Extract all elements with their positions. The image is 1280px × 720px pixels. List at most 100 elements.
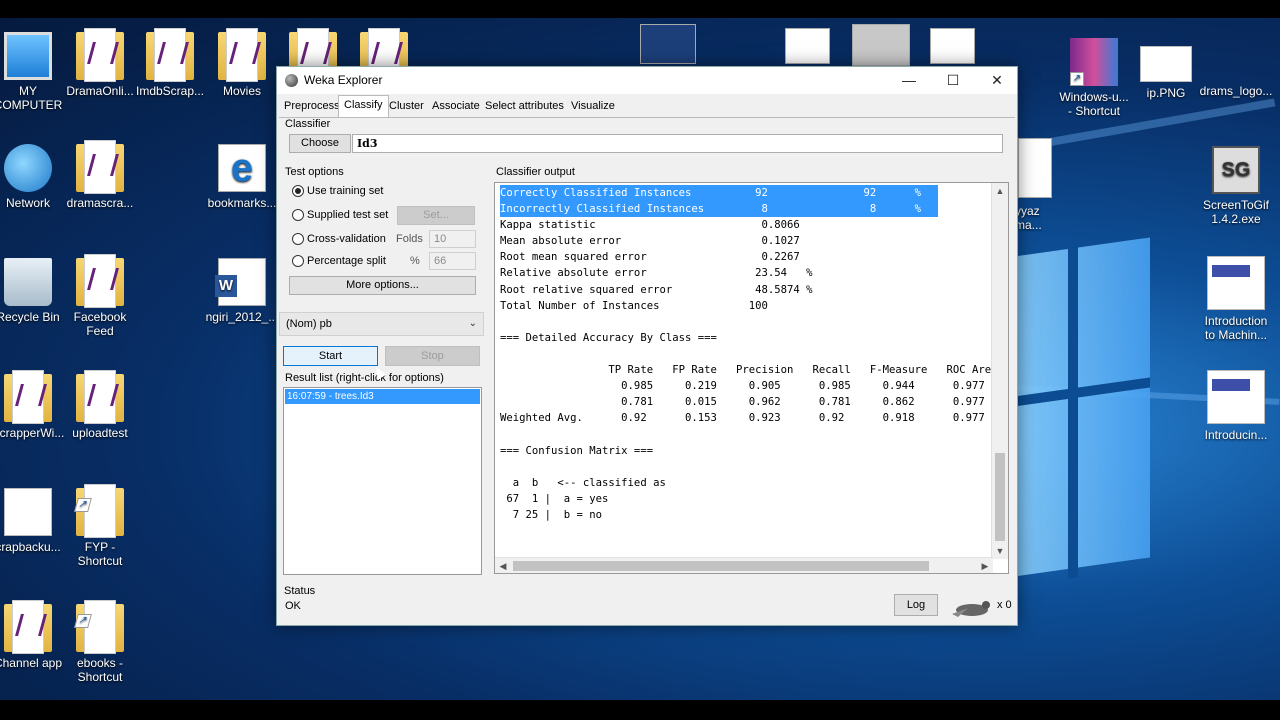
icon-label: ngiri_2012_... bbox=[205, 310, 279, 324]
radio-percentage-split[interactable] bbox=[292, 255, 304, 267]
tab-select-attributes[interactable]: Select attributes bbox=[480, 97, 569, 117]
classifier-output-pane[interactable]: Correctly Classified Instances 92 92 % In… bbox=[494, 182, 1009, 574]
icon-label: MY COMPUTER bbox=[0, 84, 63, 112]
scroll-left-icon[interactable]: ◀ bbox=[495, 558, 511, 573]
desktop-icon-bookmarks[interactable]: e bookmarks... bbox=[204, 144, 280, 210]
desktop-icon-imdbscrap[interactable]: ImdbScrap... bbox=[132, 28, 208, 98]
tab-visualize[interactable]: Visualize bbox=[566, 97, 620, 117]
word-doc-icon[interactable] bbox=[785, 28, 830, 64]
output-line: Root mean squared error 0.2267 bbox=[500, 251, 800, 264]
log-button[interactable]: Log bbox=[894, 594, 938, 616]
desktop-icon-recycle-bin[interactable]: Recycle Bin bbox=[0, 258, 66, 324]
radio-use-training-set[interactable] bbox=[292, 185, 304, 197]
desktop-icon-channel-app[interactable]: Channel app bbox=[0, 600, 66, 670]
percent-label: % bbox=[410, 255, 420, 267]
vs-folder-icon bbox=[146, 28, 194, 82]
vertical-scroll-thumb[interactable] bbox=[995, 453, 1005, 541]
desktop-icon-ip-png[interactable]: ip.PNG bbox=[1128, 38, 1204, 100]
icon-label: drams_logo... bbox=[1199, 84, 1273, 98]
horizontal-scroll-thumb[interactable] bbox=[513, 561, 929, 571]
desktop-icon-dramascra[interactable]: dramascra... bbox=[62, 140, 138, 210]
file-icon bbox=[4, 488, 52, 536]
horizontal-scrollbar[interactable]: ◀ ▶ bbox=[495, 557, 993, 573]
desktop-icon-scrapperwi[interactable]: ScrapperWi... bbox=[0, 370, 66, 440]
desktop-icon-windows-u-shortcut[interactable]: Windows-u... - Shortcut bbox=[1056, 38, 1132, 118]
desktop-icon-yyaz[interactable]: yyaz ma... bbox=[1015, 204, 1061, 232]
percentage-split-label: Percentage split bbox=[307, 255, 386, 267]
file-thumbnail-icon[interactable] bbox=[1018, 138, 1052, 198]
vs-folder-icon bbox=[76, 370, 124, 424]
folds-input[interactable]: 10 bbox=[429, 230, 476, 248]
output-line: Weighted Avg. 0.92 0.153 0.923 0.92 0.91… bbox=[500, 412, 985, 425]
icon-label: ip.PNG bbox=[1146, 86, 1186, 100]
desktop-icon-crapbacku[interactable]: crapbacku... bbox=[0, 488, 66, 554]
windows-logo-divider bbox=[1068, 242, 1078, 579]
desktop-icon-my-computer[interactable]: MY COMPUTER bbox=[0, 32, 66, 112]
window-title: Weka Explorer bbox=[304, 73, 383, 87]
desktop-icon-screentogif[interactable]: SG ScreenToGif 1.4.2.exe bbox=[1198, 146, 1274, 226]
output-line: a b <-- classified as bbox=[500, 476, 666, 489]
desktop-icon-fyp-shortcut[interactable]: FYP - Shortcut bbox=[62, 484, 138, 568]
output-line: Correctly Classified Instances 92 92 % bbox=[500, 185, 938, 202]
tab-classify[interactable]: Classify bbox=[338, 95, 389, 118]
output-line: Kappa statistic 0.8066 bbox=[500, 219, 800, 232]
vertical-scrollbar[interactable]: ▲ ▼ bbox=[991, 183, 1008, 559]
scroll-down-icon[interactable]: ▼ bbox=[992, 543, 1008, 559]
desktop-icon-drams-logo[interactable]: drams_logo... bbox=[1198, 38, 1274, 98]
minimize-button[interactable]: — bbox=[887, 67, 931, 94]
start-button[interactable]: Start bbox=[283, 346, 378, 366]
result-item[interactable]: 16:07:59 - trees.Id3 bbox=[285, 389, 480, 404]
output-line: Incorrectly Classified Instances 8 8 % bbox=[500, 201, 938, 218]
taskbar bbox=[0, 700, 1280, 720]
percent-input[interactable]: 66 bbox=[429, 252, 476, 270]
classifier-field[interactable]: Id3 bbox=[352, 134, 1003, 153]
choose-button[interactable]: Choose bbox=[289, 134, 351, 153]
output-line: Mean absolute error 0.1027 bbox=[500, 235, 800, 248]
title-bar[interactable]: Weka Explorer — ☐ ✕ bbox=[277, 67, 1017, 94]
desktop-icon-ngiri[interactable]: ngiri_2012_... bbox=[204, 258, 280, 324]
desktop-icon-facebook-feed[interactable]: Facebook Feed bbox=[62, 254, 138, 338]
stop-button[interactable]: Stop bbox=[385, 346, 480, 366]
icon-label: Channel app bbox=[0, 656, 63, 670]
slides-icon bbox=[1207, 370, 1265, 424]
weka-bird-status-icon bbox=[948, 598, 994, 618]
folder-icon bbox=[4, 370, 52, 424]
folds-label: Folds bbox=[396, 233, 423, 245]
desktop-icon-dramaonli[interactable]: DramaOnli... bbox=[62, 28, 138, 98]
output-line: 0.781 0.015 0.962 0.781 0.862 0.977 bbox=[500, 396, 985, 409]
radio-cross-validation[interactable] bbox=[292, 233, 304, 245]
desktop-icon-network[interactable]: Network bbox=[0, 144, 66, 210]
supplied-test-set-label: Supplied test set bbox=[307, 209, 389, 221]
tab-associate[interactable]: Associate bbox=[427, 97, 485, 117]
scroll-right-icon[interactable]: ▶ bbox=[977, 558, 993, 573]
desktop-icon-ebooks-shortcut[interactable]: ebooks - Shortcut bbox=[62, 600, 138, 684]
icon-label: uploadtest bbox=[72, 426, 128, 440]
class-attribute-value: (Nom) pb bbox=[286, 318, 332, 330]
more-options-button[interactable]: More options... bbox=[289, 276, 476, 295]
desktop-icon-uploadtest[interactable]: uploadtest bbox=[62, 370, 138, 440]
weka-bird-icon bbox=[285, 74, 298, 87]
maximize-button[interactable]: ☐ bbox=[931, 67, 975, 94]
radio-supplied-test-set[interactable] bbox=[292, 209, 304, 221]
icon-label: yyaz ma... bbox=[1015, 204, 1042, 232]
word-doc-icon[interactable] bbox=[930, 28, 975, 64]
close-button[interactable]: ✕ bbox=[975, 67, 1019, 94]
class-attribute-dropdown[interactable]: (Nom) pb ⌄ bbox=[279, 312, 484, 336]
set-button[interactable]: Set... bbox=[397, 206, 475, 225]
output-line: === Detailed Accuracy By Class === bbox=[500, 331, 717, 344]
book-thumbnail-icon[interactable] bbox=[640, 24, 696, 64]
icon-label: crapbacku... bbox=[0, 540, 61, 554]
tab-cluster[interactable]: Cluster bbox=[384, 97, 429, 117]
building-thumbnail-icon[interactable] bbox=[852, 24, 910, 66]
tab-preprocess[interactable]: Preprocess bbox=[279, 97, 345, 117]
scroll-up-icon[interactable]: ▲ bbox=[992, 183, 1008, 199]
icon-label: dramascra... bbox=[66, 196, 134, 210]
computer-icon bbox=[4, 32, 52, 80]
folder-shortcut-icon bbox=[76, 484, 124, 538]
desktop-icon-movies[interactable]: Movies bbox=[204, 28, 280, 98]
result-list[interactable]: 16:07:59 - trees.Id3 bbox=[283, 387, 482, 575]
desktop-icon-introduction-to-machin[interactable]: Introduction to Machin... bbox=[1198, 256, 1274, 342]
cross-validation-label: Cross-validation bbox=[307, 233, 386, 245]
desktop-icon-introducin[interactable]: Introducin... bbox=[1198, 370, 1274, 442]
